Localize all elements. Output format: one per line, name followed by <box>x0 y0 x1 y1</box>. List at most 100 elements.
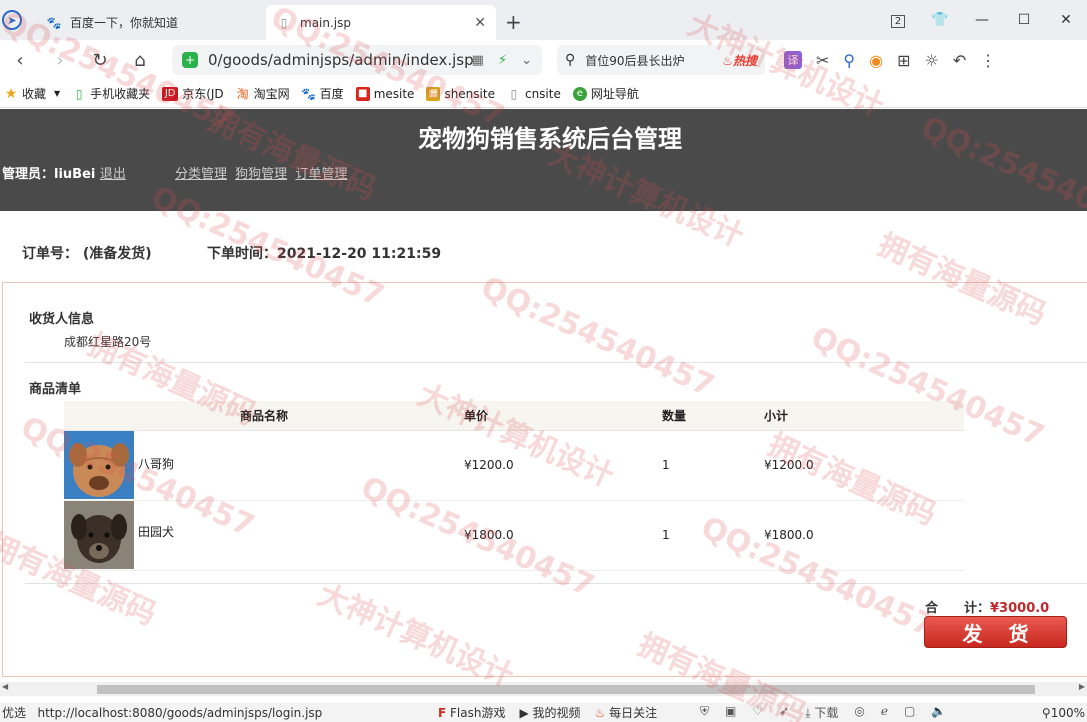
bookmark-label: mesite <box>373 86 415 101</box>
menu-dog-management[interactable]: 狗狗管理 <box>235 167 287 182</box>
order-items-table: 商品名称 单价 数量 小计 八哥狗 ¥1200.0 1 ¥1200.0 田园犬 … <box>64 401 964 571</box>
table-row: 八哥狗 ¥1200.0 1 ¥1200.0 <box>64 430 964 501</box>
status-item-label: 我的视频 <box>532 706 581 720</box>
search-icon: ⚲ <box>565 52 576 68</box>
video-icon: ▶ <box>519 706 529 720</box>
bookmark-cnsite[interactable]: ▯ cnsite <box>507 87 561 101</box>
scrollbar-thumb[interactable] <box>97 685 1035 694</box>
bookmark-favorites[interactable]: ★ 收藏 ▼ <box>4 85 60 102</box>
chevron-down-icon[interactable]: ⌄ <box>521 53 532 68</box>
scroll-right-icon[interactable]: ▶ <box>1079 682 1085 691</box>
flash-icon: F <box>438 706 447 720</box>
close-tab-icon[interactable]: ✕ <box>474 15 486 31</box>
maximize-button[interactable]: ☐ <box>1003 12 1045 28</box>
tab-count-badge[interactable]: 2 <box>877 12 919 28</box>
ship-button[interactable]: 发货 <box>924 616 1067 648</box>
rocket-icon[interactable]: ➶ <box>779 704 789 721</box>
window-icon[interactable]: ▢ <box>904 704 915 721</box>
table-row: 田园犬 ¥1800.0 1 ¥1800.0 <box>64 500 964 571</box>
browser-nav-bar: ‹ › ↻ ⌂ + 0/goods/adminjsps/admin/index.… <box>0 40 1087 80</box>
reload-button[interactable]: ↻ <box>80 50 120 71</box>
bookmark-mesite[interactable]: ■ mesite <box>355 86 415 101</box>
zoom-level[interactable]: ⚲100% <box>1042 706 1085 720</box>
browser-logo-icon[interactable]: ➤ <box>2 10 22 30</box>
menu-category-management[interactable]: 分类管理 <box>175 167 227 182</box>
scroll-left-icon[interactable]: ◀ <box>2 682 8 691</box>
security-shield-icon: + <box>182 52 198 68</box>
address-bar[interactable]: + 0/goods/adminjsps/admin/index.jsp ▦ ⚡ … <box>172 45 542 75</box>
magnifier-icon[interactable]: ⚲ <box>843 51 855 70</box>
status-url: 优选 http://localhost:8080/goods/adminjsps… <box>2 704 322 721</box>
order-summary-line: 订单号： (准备发货) 下单时间：2021-12-20 11:21:59 <box>22 243 441 263</box>
bookmark-baidu[interactable]: 🐾 百度 <box>301 85 343 102</box>
items-title: 商品清单 <box>29 382 82 397</box>
home-button[interactable]: ⌂ <box>120 50 160 71</box>
my-video-link[interactable]: ▶ 我的视频 <box>519 704 580 721</box>
grid-icon[interactable]: ⊞ <box>897 51 910 70</box>
new-tab-button[interactable]: + <box>505 10 522 34</box>
bookmark-shensite[interactable]: ▦ shensite <box>426 86 495 101</box>
tab-baidu[interactable]: 🐾 百度一下，你就知道 <box>36 5 264 40</box>
bookmark-label: 京东(JD <box>182 87 224 101</box>
item-name[interactable]: 八哥狗 <box>138 455 174 472</box>
bookmark-mobile[interactable]: ▯ 手机收藏夹 <box>72 85 150 102</box>
zoom-value: 100% <box>1050 705 1085 720</box>
baidu-paw-icon: 🐾 <box>301 86 317 101</box>
bookmark-taobao[interactable]: 淘淘宝网 <box>236 85 290 102</box>
bookmarks-bar: ★ 收藏 ▼ ▯ 手机收藏夹 JD 京东(JD 淘淘宝网 🐾 百度 ■ mesite ▦ sh… <box>0 80 1087 108</box>
bookmark-nav[interactable]: e 网址导航 <box>572 85 639 102</box>
item-name[interactable]: 田园犬 <box>138 523 174 540</box>
daily-focus-link[interactable]: ♨ 每日关注 <box>595 704 658 721</box>
dropdown-icon: ▼ <box>54 89 61 98</box>
bookmark-label: cnsite <box>524 86 561 101</box>
item-qty: 1 <box>662 430 764 501</box>
close-window-button[interactable]: ✕ <box>1045 12 1087 28</box>
lightning-icon[interactable]: ⚡ <box>498 53 507 68</box>
address-icons: ▦ ⚡ ⌄ <box>472 53 532 68</box>
item-qty: 1 <box>662 500 764 571</box>
more-icon[interactable]: ⋮ <box>980 51 996 70</box>
volume-icon[interactable]: 🔈 <box>931 704 946 721</box>
menu-order-management[interactable]: 订单管理 <box>295 167 347 182</box>
forward-button[interactable]: › <box>40 50 80 71</box>
image-icon[interactable]: ▣ <box>725 704 736 721</box>
minimize-button[interactable]: — <box>961 12 1003 28</box>
download-label: 下载 <box>814 706 839 720</box>
bookmark-jd[interactable]: JD 京东(JD <box>162 85 224 102</box>
receiver-title: 收货人信息 <box>29 312 95 327</box>
tab-label: 百度一下，你就知道 <box>70 16 179 30</box>
game-icon[interactable]: ◎ <box>854 704 864 721</box>
status-item-label: Flash游戏 <box>450 706 506 720</box>
qr-code-icon[interactable]: ▦ <box>472 53 484 68</box>
order-time: 下单时间：2021-12-20 11:21:59 <box>207 246 442 262</box>
order-number-label: 订单号： <box>22 246 78 262</box>
brightness-icon[interactable]: ☼ <box>925 51 939 70</box>
zoom-icon: ⚲ <box>1041 705 1051 720</box>
col-name: 商品名称 <box>64 401 464 431</box>
gamepad-icon[interactable]: ◉ <box>869 51 883 70</box>
undo-icon[interactable]: ↶ <box>953 51 966 70</box>
scissors-icon[interactable]: ✂ <box>816 51 829 70</box>
product-image-country-dog[interactable] <box>64 501 134 569</box>
translate-icon[interactable]: 译 <box>784 51 802 69</box>
product-image-shar-pei[interactable] <box>64 431 134 499</box>
tab-main-jsp[interactable]: ▯ main.jsp ✕ <box>266 5 496 40</box>
status-links: F Flash游戏 ▶ 我的视频 ♨ 每日关注 <box>438 704 657 721</box>
screen: ➤ 🐾 百度一下，你就知道 ▯ main.jsp ✕ + 2 👕 — ☐ ✕ ‹… <box>0 0 1087 722</box>
logout-link[interactable]: 退出 <box>100 167 126 182</box>
status-left-label: 优选 <box>2 706 27 720</box>
ie-icon[interactable]: ℯ <box>881 704 888 721</box>
download-link[interactable]: ⤓ 下载 <box>805 704 838 721</box>
back-button[interactable]: ‹ <box>0 50 40 71</box>
horizontal-scrollbar[interactable]: ◀ ▶ <box>0 682 1087 696</box>
shield-icon[interactable]: ⛨ <box>700 704 709 721</box>
divider <box>25 362 1087 363</box>
status-url-text: http://localhost:8080/goods/adminjsps/lo… <box>37 706 323 720</box>
item-price: ¥1200.0 <box>464 430 662 501</box>
search-box[interactable]: ⚲ 首位90后县长出炉 ♨热搜 <box>557 45 765 75</box>
skin-icon[interactable]: 👕 <box>919 12 961 28</box>
heart-icon[interactable]: ♡ <box>752 704 763 721</box>
order-detail-box: 收货人信息 成都红星路20号 商品清单 商品名称 单价 数量 小计 八哥狗 ¥1… <box>2 282 1087 677</box>
table-header-row: 商品名称 单价 数量 小计 <box>64 401 964 431</box>
flash-games-link[interactable]: F Flash游戏 <box>438 704 505 721</box>
